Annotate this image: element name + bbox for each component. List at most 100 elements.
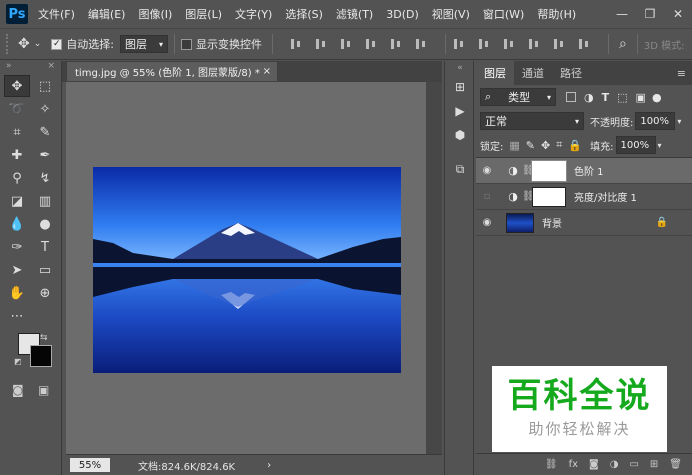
menu-layer[interactable]: 图层(L) [185,6,222,22]
eraser-tool-icon[interactable]: ◪ [4,190,30,212]
align-right-icon[interactable] [414,37,430,51]
screen-mode-icon[interactable]: ▣ [38,383,49,397]
document-tab[interactable]: timg.jpg @ 55% (色阶 1, 图层蒙版/8) * × [66,61,278,81]
align-left-icon[interactable] [364,37,380,51]
menu-3d[interactable]: 3D(D) [386,8,419,21]
link-icon[interactable]: ⛓ [522,165,535,176]
add-mask-icon[interactable]: ◙ [589,459,599,470]
minimize-button[interactable]: — [608,7,636,21]
blend-mode-dropdown[interactable]: 正常 ▾ [480,112,584,130]
close-icon[interactable]: × [263,66,271,77]
filter-toggle-icon[interactable]: ● [652,91,662,104]
layer-row-brightness-contrast[interactable]: ▫ ◑ ⛓ 亮度/对比度 1 [476,184,692,210]
menu-image[interactable]: 图像(I) [138,6,172,22]
history-panel-icon[interactable]: ⊞ [445,75,475,99]
filter-adjustment-icon[interactable]: ◑ [584,91,594,104]
new-group-icon[interactable]: ▭ [629,459,638,470]
delete-layer-icon[interactable]: 🗑 [669,459,682,470]
lock-all-icon[interactable]: 🔒 [568,139,582,152]
lock-artboard-icon[interactable]: ⌗ [556,138,562,152]
crop-tool-icon[interactable]: ⌗ [4,121,30,143]
close-icon[interactable]: × [47,61,55,75]
opacity-field[interactable]: 100% [635,112,676,130]
gradient-tool-icon[interactable]: ▥ [32,190,58,212]
align-bottom-icon[interactable] [339,37,355,51]
tab-channels[interactable]: 通道 [514,61,552,85]
menu-file[interactable]: 文件(F) [38,6,75,22]
distribute-vcenter-icon[interactable] [477,37,493,51]
layer-row-background[interactable]: ◉ 背景 🔒 [476,210,692,236]
layer-name[interactable]: 背景 [542,215,562,230]
new-adjustment-layer-icon[interactable]: ◑ [610,459,619,470]
move-tool-icon[interactable]: ✥ [18,36,30,52]
restore-button[interactable]: ❐ [636,7,664,21]
clone-source-icon[interactable]: ⧉ [445,157,475,181]
dodge-tool-icon[interactable]: ● [32,213,58,235]
lock-position-icon[interactable]: ✥ [541,139,550,152]
swap-colors-icon[interactable]: ⇆ [40,333,48,343]
collapse-icon[interactable]: « [445,61,475,75]
menu-filter[interactable]: 滤镜(T) [336,6,373,22]
tab-paths[interactable]: 路径 [552,61,590,85]
distribute-bottom-icon[interactable] [502,37,518,51]
chevron-down-icon[interactable]: ▾ [658,141,662,150]
healing-brush-tool-icon[interactable]: ✚ [4,144,30,166]
quick-mask-icon[interactable]: ◙ [12,383,24,397]
expand-icon[interactable]: » [6,61,12,75]
layer-filter-dropdown[interactable]: ⌕ 类型 ▾ [480,88,556,106]
type-tool-icon[interactable]: T [32,236,58,258]
more-tools-icon[interactable]: ⋯ [4,305,30,327]
history-brush-tool-icon[interactable]: ↯ [32,167,58,189]
marquee-tool-icon[interactable]: ⬚ [32,75,58,97]
distribute-right-icon[interactable] [577,37,593,51]
new-layer-icon[interactable]: ⊞ [650,459,658,470]
visibility-eye-icon[interactable]: ◉ [476,165,498,176]
magic-wand-tool-icon[interactable]: ✧ [32,98,58,120]
actions-panel-icon[interactable]: ▶ [445,99,475,123]
auto-select-checkbox[interactable]: ✓ [51,38,63,50]
filter-pixel-icon[interactable] [566,92,576,102]
menu-type[interactable]: 文字(Y) [235,6,272,22]
align-hcenter-icon[interactable] [389,37,405,51]
search-icon[interactable]: ⌕ [619,36,627,52]
default-colors-icon[interactable]: ◩ [14,357,22,366]
3d-panel-icon[interactable]: ⬢ [445,123,475,147]
tab-layers[interactable]: 图层 [476,61,514,85]
eyedropper-tool-icon[interactable]: ✎ [32,121,58,143]
show-transform-checkbox[interactable] [181,38,192,50]
layer-style-icon[interactable]: fx [569,459,578,470]
lasso-tool-icon[interactable]: ➰ [4,98,30,120]
background-color-swatch[interactable] [30,345,52,367]
filter-shape-icon[interactable]: ⬚ [617,91,627,104]
align-top-icon[interactable] [289,37,305,51]
layer-row-levels[interactable]: ◉ ◑ ⛓ 色阶 1 [476,158,692,184]
menu-window[interactable]: 窗口(W) [483,6,524,22]
visibility-eye-icon[interactable]: ◉ [476,217,498,228]
filter-type-icon[interactable]: T [602,91,610,104]
distribute-top-icon[interactable] [452,37,468,51]
distribute-left-icon[interactable] [527,37,543,51]
link-icon[interactable]: ⛓ [522,191,535,202]
zoom-level-field[interactable]: 55% [70,458,110,472]
pen-tool-icon[interactable]: ✑ [4,236,30,258]
menu-edit[interactable]: 编辑(E) [88,6,126,22]
layer-mask-thumbnail[interactable] [532,186,566,207]
menu-select[interactable]: 选择(S) [285,6,323,22]
layer-mask-thumbnail[interactable] [531,159,567,182]
options-grip[interactable] [6,34,10,54]
lock-transparency-icon[interactable]: ▦ [509,139,519,152]
lock-pixels-icon[interactable]: ✎ [526,139,535,152]
menu-view[interactable]: 视图(V) [432,6,470,22]
layer-name[interactable]: 亮度/对比度 1 [574,189,637,204]
brush-tool-icon[interactable]: ✒ [32,144,58,166]
layer-name[interactable]: 色阶 1 [574,163,604,178]
blur-tool-icon[interactable]: 💧 [4,213,30,235]
visibility-off-icon[interactable]: ▫ [476,191,498,202]
canvas-image[interactable] [93,167,401,373]
menu-help[interactable]: 帮助(H) [537,6,576,22]
clone-stamp-tool-icon[interactable]: ⚲ [4,167,30,189]
chevron-down-icon[interactable]: ▾ [677,117,681,126]
path-selection-tool-icon[interactable]: ➤ [4,259,30,281]
distribute-hcenter-icon[interactable] [552,37,568,51]
align-vcenter-icon[interactable] [314,37,330,51]
